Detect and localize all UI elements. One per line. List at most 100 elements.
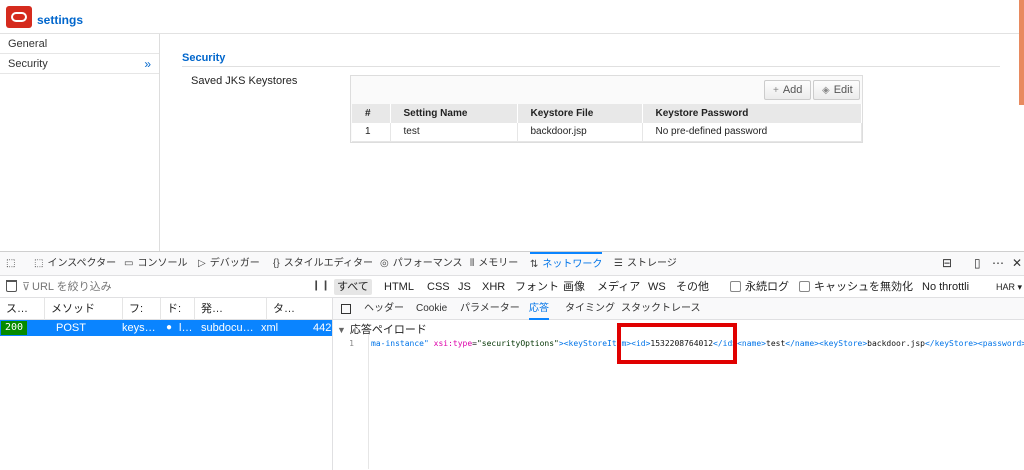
request-file: keys… — [122, 322, 156, 334]
network-filter-bar: ⊽ ❙❙ すべて HTML CSS JS XHR フォント 画像 メディア WS… — [0, 276, 1024, 298]
tab-label: ストレージ — [626, 258, 677, 269]
filter-js[interactable]: JS — [455, 279, 474, 295]
line-number: 1 — [349, 339, 354, 348]
performance-icon: ◎ — [380, 258, 389, 269]
disable-cache-checkbox[interactable]: キャッシュを無効化 — [799, 279, 913, 295]
persist-log-checkbox[interactable]: 永続ログ — [730, 279, 789, 295]
tab-label: スタイルエディター — [283, 258, 373, 269]
filter-media[interactable]: メディア — [594, 279, 643, 295]
tab-inspector[interactable]: ⬚ インスペクター — [34, 252, 116, 276]
tab-label: ネットワーク — [542, 259, 603, 270]
filter-ws[interactable]: WS — [645, 279, 669, 295]
request-domain: l… — [179, 322, 193, 334]
lock-icon: ● — [166, 322, 173, 333]
table-cell: test — [390, 123, 518, 142]
tab-stack-trace[interactable]: スタックトレース — [621, 298, 701, 320]
request-method: POST — [56, 322, 86, 334]
filter-xhr[interactable]: XHR — [479, 279, 508, 295]
column-header-domain[interactable]: ド: — [160, 298, 194, 320]
tab-storage[interactable]: ☰ ストレージ — [614, 252, 677, 276]
add-button[interactable]: + Add — [764, 80, 811, 100]
column-header-type[interactable]: タ… — [266, 298, 332, 320]
column-header-file[interactable]: フ: — [122, 298, 160, 320]
dock-layout-icon[interactable]: ⊟ — [942, 256, 952, 270]
column-header[interactable]: Setting Name — [390, 104, 518, 123]
table-row[interactable]: 1 test backdoor.jsp No pre-defined passw… — [352, 123, 862, 142]
code-gutter: 1 — [333, 335, 369, 469]
column-header-status[interactable]: ス… — [0, 298, 44, 320]
close-icon[interactable]: ✕ — [1012, 256, 1022, 270]
tab-label: インスペクター — [47, 258, 117, 269]
tab-cookies[interactable]: Cookie — [416, 298, 447, 320]
throttling-select[interactable]: No throttli — [922, 279, 969, 295]
console-icon: ▭ — [124, 258, 134, 269]
tab-response[interactable]: 応答 — [529, 298, 549, 320]
tag-icon: ◈ — [822, 85, 830, 96]
column-header[interactable]: # — [352, 104, 391, 123]
sidebar-toggle-icon[interactable] — [341, 304, 351, 314]
code-token: </keyStore><password></ — [924, 339, 1024, 348]
plus-icon: + — [773, 85, 779, 96]
tab-debugger[interactable]: ▷ デバッガー — [198, 252, 260, 276]
inspector-icon: ⬚ — [34, 258, 44, 269]
request-size: 442 — [313, 322, 332, 334]
filter-css[interactable]: CSS — [424, 279, 453, 295]
tab-params[interactable]: パラメーター — [460, 298, 520, 320]
filter-fonts[interactable]: フォント — [512, 279, 562, 295]
split-console-icon[interactable]: ▯ — [974, 256, 981, 270]
devtools-panel: ⬚ ⬚ インスペクター ▭ コンソール ▷ デバッガー {} スタイルエディター ◎ パフ… — [0, 251, 1024, 470]
keystores-label: Saved JKS Keystores — [191, 75, 298, 87]
tab-headers[interactable]: ヘッダー — [364, 298, 404, 320]
sidebar: General Security » — [0, 34, 160, 251]
filter-all[interactable]: すべて — [334, 279, 372, 295]
sidebar-item-label: Security — [8, 58, 48, 70]
pick-element-icon[interactable]: ⬚ — [6, 252, 15, 276]
more-options-icon[interactable]: ⋯ — [992, 256, 1004, 270]
edit-button-label: Edit — [833, 84, 853, 96]
table-cell: backdoor.jsp — [517, 123, 643, 142]
tab-memory[interactable]: ⫴ メモリー — [470, 252, 518, 276]
section-title: Security — [182, 52, 226, 64]
tab-timings[interactable]: タイミング — [565, 298, 615, 320]
devtools-toolbar: ⬚ ⬚ インスペクター ▭ コンソール ▷ デバッガー {} スタイルエディター ◎ パフ… — [0, 252, 1024, 276]
filter-icon: ⊽ — [22, 281, 31, 293]
oracle-logo-icon — [6, 6, 32, 28]
sidebar-item-general[interactable]: General — [0, 34, 159, 54]
sidebar-item-security[interactable]: Security » — [0, 54, 159, 74]
column-header-method[interactable]: メソッド — [44, 298, 122, 320]
url-filter-input[interactable] — [32, 279, 302, 295]
app-scrollbar[interactable] — [1019, 0, 1024, 105]
pause-icon[interactable]: ❙❙ — [312, 280, 331, 291]
column-header[interactable]: Keystore File — [517, 104, 643, 123]
sidebar-item-label: General — [8, 38, 48, 50]
checkbox-label: 永続ログ — [745, 281, 789, 293]
tab-console[interactable]: ▭ コンソール — [124, 252, 187, 276]
tab-label: デバッガー — [209, 258, 260, 269]
har-menu[interactable]: HAR ▾ — [996, 279, 1022, 295]
filter-images[interactable]: 画像 — [560, 279, 588, 295]
checkbox-icon — [730, 281, 741, 292]
app-window: settings General Security » Security Sav… — [0, 0, 1024, 251]
edit-button[interactable]: ◈ Edit — [813, 80, 860, 100]
request-row[interactable]: 200 POST keys… ● l… subdocu… xml 442 — [0, 320, 332, 336]
tab-label: メモリー — [478, 258, 519, 269]
style-editor-icon: {} — [273, 258, 280, 269]
tab-label: コンソール — [137, 258, 188, 269]
code-token: </name><keyStore> — [785, 339, 868, 348]
filter-html[interactable]: HTML — [381, 279, 417, 295]
code-token: test — [766, 339, 786, 348]
code-token: xsi:type — [433, 339, 473, 348]
network-icon: ⇅ — [530, 259, 539, 270]
tab-style-editor[interactable]: {} スタイルエディター — [273, 252, 373, 276]
tab-performance[interactable]: ◎ パフォーマンス — [380, 252, 463, 276]
checkbox-icon — [799, 281, 810, 292]
app-header: settings — [0, 0, 1024, 34]
filter-other[interactable]: その他 — [673, 279, 712, 295]
section-divider — [182, 66, 1000, 67]
tab-network[interactable]: ⇅ ネットワーク — [530, 252, 603, 276]
column-header[interactable]: Keystore Password — [642, 104, 862, 123]
keystores-panel: + Add ◈ Edit # Setting Name Keystore File … — [350, 75, 863, 143]
trash-icon[interactable] — [6, 280, 17, 292]
column-header-cause[interactable]: 発… — [194, 298, 266, 320]
memory-icon: ⫴ — [470, 258, 475, 269]
